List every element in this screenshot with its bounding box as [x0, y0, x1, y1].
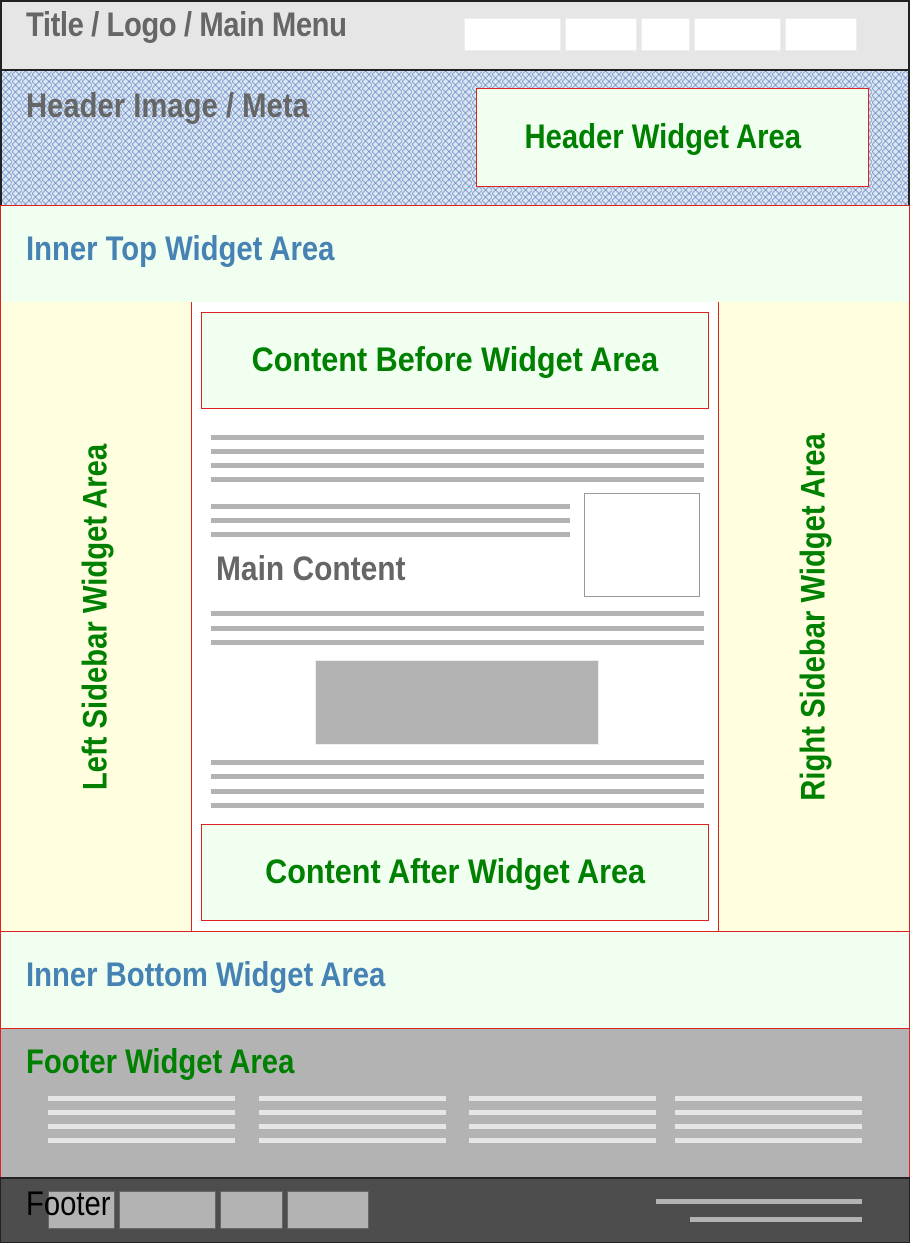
text-line — [211, 435, 704, 440]
footer-text-line — [690, 1217, 862, 1222]
content-before-widget-area: Content Before Widget Area — [201, 312, 709, 409]
text-line — [211, 760, 704, 765]
header-image-area: Header Image / Meta Header Widget Area — [0, 71, 910, 205]
footer-column-3-line — [469, 1110, 656, 1115]
image-placeholder — [315, 660, 599, 745]
text-line — [211, 463, 704, 468]
footer-column-2-line — [259, 1096, 446, 1101]
footer-column-1-line — [48, 1124, 235, 1129]
text-line — [211, 803, 704, 808]
inner-bottom-widget-label: Inner Bottom Widget Area — [26, 956, 386, 994]
right-sidebar-label: Right Sidebar Widget Area — [794, 432, 833, 801]
footer-column-4-line — [675, 1124, 862, 1129]
main-menu-item-2[interactable] — [565, 18, 637, 51]
footer-nav-item-3[interactable] — [220, 1191, 283, 1229]
text-line — [211, 640, 704, 645]
footer-column-1-line — [48, 1110, 235, 1115]
footer-nav-item-4[interactable] — [287, 1191, 369, 1229]
text-line — [211, 626, 704, 631]
footer-column-4-line — [675, 1110, 862, 1115]
footer-column-2-line — [259, 1124, 446, 1129]
footer-column-3-line — [469, 1096, 656, 1101]
main-menu-item-3[interactable] — [641, 18, 690, 51]
text-line — [211, 477, 704, 482]
text-line — [211, 532, 570, 537]
thumbnail-image-placeholder — [584, 493, 700, 597]
text-line — [211, 449, 704, 454]
inner-top-widget-label: Inner Top Widget Area — [26, 230, 335, 268]
footer-label: Footer — [26, 1185, 111, 1223]
footer-column-3-line — [469, 1138, 656, 1143]
right-sidebar-widget-area: Right Sidebar Widget Area — [718, 302, 910, 932]
footer-column-2-line — [259, 1138, 446, 1143]
text-line — [211, 774, 704, 779]
footer-column-3-line — [469, 1124, 656, 1129]
text-line — [211, 789, 704, 794]
content-after-label: Content After Widget Area — [265, 853, 645, 891]
header-widget-area: Header Widget Area — [476, 88, 869, 187]
site-title[interactable]: Title / Logo / Main Menu — [26, 6, 347, 45]
left-sidebar-widget-area: Left Sidebar Widget Area — [0, 302, 192, 932]
footer-column-4-line — [675, 1096, 862, 1101]
footer-column-1-line — [48, 1138, 235, 1143]
footer-widget-label: Footer Widget Area — [26, 1043, 295, 1081]
main-menu-item-1[interactable] — [464, 18, 561, 51]
header-widget-label: Header Widget Area — [524, 118, 801, 156]
inner-bottom-widget-area: Inner Bottom Widget Area — [0, 931, 910, 1029]
main-menu-item-4[interactable] — [694, 18, 781, 51]
left-sidebar-label: Left Sidebar Widget Area — [76, 443, 115, 790]
header-meta-label: Header Image / Meta — [26, 87, 309, 125]
footer-column-2-line — [259, 1110, 446, 1115]
footer-column-4-line — [675, 1138, 862, 1143]
main-menu-item-5[interactable] — [785, 18, 857, 51]
text-line — [211, 611, 704, 616]
inner-top-widget-area: Inner Top Widget Area — [0, 205, 910, 303]
text-line — [211, 504, 570, 509]
content-before-label: Content Before Widget Area — [251, 341, 659, 379]
footer-column-1-line — [48, 1096, 235, 1101]
text-line — [211, 518, 570, 523]
footer-text-line — [656, 1199, 862, 1204]
main-content-label: Main Content — [216, 550, 406, 588]
content-after-widget-area: Content After Widget Area — [201, 824, 709, 921]
footer-nav-item-2[interactable] — [119, 1191, 216, 1229]
